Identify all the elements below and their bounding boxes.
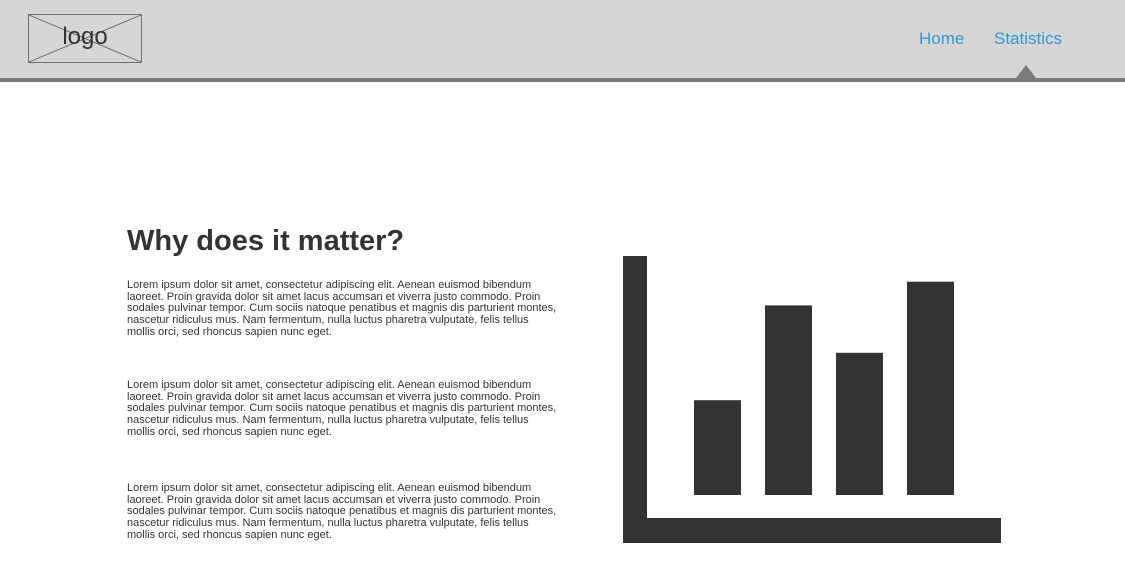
chart-bar bbox=[765, 305, 812, 495]
logo[interactable]: logo bbox=[28, 14, 142, 63]
page-heading: Why does it matter? bbox=[127, 225, 405, 257]
body-paragraph: Lorem ipsum dolor sit amet, consectetur … bbox=[127, 279, 557, 338]
nav-home-link[interactable]: Home bbox=[919, 29, 964, 49]
chart-bar bbox=[694, 400, 741, 495]
chart-bar bbox=[907, 281, 954, 495]
body-paragraph: Lorem ipsum dolor sit amet, consectetur … bbox=[127, 379, 557, 438]
chart-y-axis bbox=[623, 256, 647, 543]
chart-x-axis bbox=[623, 518, 1001, 543]
body-paragraph: Lorem ipsum dolor sit amet, consectetur … bbox=[127, 482, 557, 541]
nav-statistics-link[interactable]: Statistics bbox=[994, 29, 1062, 49]
site-header: logo Home Statistics bbox=[0, 0, 1125, 82]
chart-bar bbox=[836, 352, 883, 495]
bar-chart-icon bbox=[623, 256, 1001, 543]
logo-text: logo bbox=[62, 23, 108, 50]
active-nav-indicator bbox=[1016, 65, 1036, 78]
